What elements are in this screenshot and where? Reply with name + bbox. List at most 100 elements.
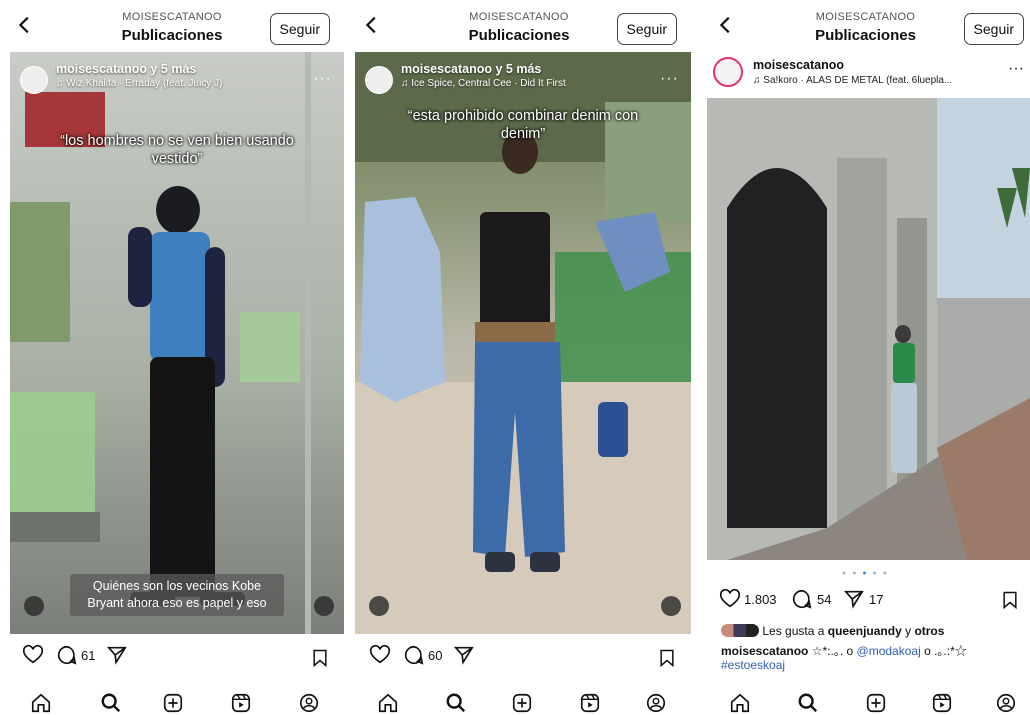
liker-avatars	[721, 624, 759, 637]
avatar[interactable]	[713, 57, 743, 87]
caption-text: ☆*:.｡. o	[811, 644, 854, 658]
post-actions: 1.803 54 17	[719, 588, 1020, 614]
plus-square-icon[interactable]	[865, 692, 887, 714]
carousel-dots: ● ● ● ● ●	[842, 570, 889, 577]
home-icon[interactable]	[377, 692, 399, 714]
reel-panel-2: MOISESCATANOO Publicaciones Seguir moise…	[347, 0, 691, 715]
street-scene-image	[707, 98, 1030, 560]
reel-overlay-text: “esta prohibido combinar denim con denim…	[407, 108, 639, 142]
follow-button[interactable]: Seguir	[616, 13, 677, 45]
caption-username[interactable]: moisescatanoo	[721, 644, 808, 658]
reel-music[interactable]: ♫ Ice Spice, Central Cee · Did It First	[401, 78, 566, 89]
comment-button[interactable]: 60	[403, 644, 442, 666]
like-button[interactable]: 1.803	[719, 588, 777, 610]
follow-button[interactable]: Seguir	[269, 13, 330, 45]
send-icon	[106, 646, 127, 665]
muted-speaker-icon[interactable]	[661, 596, 681, 616]
reels-icon[interactable]	[579, 692, 601, 714]
comment-count: 60	[428, 647, 443, 663]
comment-icon	[57, 645, 77, 665]
bookmark-icon[interactable]	[657, 648, 677, 668]
more-dots-icon[interactable]: ···	[313, 70, 332, 88]
bottom-nav	[0, 688, 344, 715]
liked-by-others[interactable]: otros	[914, 624, 944, 638]
liked-by-and: y	[905, 624, 912, 638]
reels-icon[interactable]	[230, 692, 252, 714]
follow-button[interactable]: Seguir	[963, 13, 1024, 45]
liked-by-prefix: Les gusta a	[762, 624, 825, 638]
bottom-nav	[701, 688, 1030, 715]
like-button[interactable]	[22, 644, 44, 666]
header: MOISESCATANOO Publicaciones Seguir	[347, 0, 691, 50]
share-count: 17	[869, 591, 884, 607]
muted-speaker-icon[interactable]	[314, 596, 334, 616]
comment-icon	[404, 645, 424, 665]
header: MOISESCATANOO Publicaciones Seguir	[0, 0, 344, 50]
bookmark-icon[interactable]	[1000, 590, 1020, 610]
share-button[interactable]: 17	[843, 588, 883, 610]
profile-icon[interactable]	[298, 692, 320, 714]
liked-by[interactable]: Les gusta a queenjuandy y otros	[721, 624, 944, 638]
comment-count: 54	[817, 591, 832, 607]
search-icon[interactable]	[100, 692, 122, 714]
plus-square-icon[interactable]	[511, 692, 533, 714]
caption-mention[interactable]: @modakoaj	[857, 644, 921, 658]
reel-subtitle: Quiénes son los vecinos Kobe Bryant ahor…	[70, 574, 284, 616]
heart-icon	[22, 644, 44, 664]
share-button[interactable]	[453, 644, 475, 666]
avatar[interactable]	[365, 66, 393, 94]
caption-tail: o .｡.:*☆	[924, 644, 967, 658]
home-icon[interactable]	[729, 692, 751, 714]
reel-owner-name[interactable]: moisescatanoo y 5 más	[401, 62, 566, 76]
profile-icon[interactable]	[995, 692, 1017, 714]
reel-owner[interactable]: moisescatanoo y 5 más ♫ Wiz Khalifa · Er…	[20, 62, 222, 94]
reels-icon[interactable]	[931, 692, 953, 714]
more-dots-icon[interactable]: ···	[1008, 60, 1024, 78]
send-icon	[453, 646, 474, 665]
more-dots-icon[interactable]: ···	[660, 70, 679, 88]
person-icon[interactable]	[369, 596, 389, 616]
reel-actions: 61	[0, 644, 344, 676]
plus-square-icon[interactable]	[162, 692, 184, 714]
person-icon[interactable]	[24, 596, 44, 616]
bottom-nav	[347, 688, 691, 715]
comment-button[interactable]: 61	[56, 644, 95, 666]
music-note-icon: ♫	[401, 78, 412, 89]
post-header: moisescatanoo ♫ Sa!koro · ALAS DE METAL …	[711, 52, 1030, 96]
post-panel: MOISESCATANOO Publicaciones Seguir moise…	[701, 0, 1030, 715]
post-photo[interactable]	[707, 98, 1030, 560]
music-title: Wiz Khalifa · Erraday (feat. Juicy J)	[66, 78, 223, 89]
reel-overlay-text: “los hombres no se ven bien usando vesti…	[60, 133, 294, 167]
heart-icon	[369, 644, 391, 664]
music-note-icon: ♫	[56, 78, 67, 89]
avatar[interactable]	[20, 66, 48, 94]
reel-video[interactable]: moisescatanoo y 5 más ♫ Ice Spice, Centr…	[355, 52, 691, 634]
post-caption: moisescatanoo ☆*:.｡. o @modakoaj o .｡.:*…	[721, 642, 967, 659]
music-title: Ice Spice, Central Cee · Did It First	[411, 78, 566, 89]
header: MOISESCATANOO Publicaciones Seguir	[701, 0, 1030, 50]
comment-icon	[792, 589, 812, 609]
reel-music[interactable]: ♫ Wiz Khalifa · Erraday (feat. Juicy J)	[56, 78, 222, 89]
reel-panel-1: MOISESCATANOO Publicaciones Seguir moise…	[0, 0, 344, 715]
reel-owner-name[interactable]: moisescatanoo y 5 más	[56, 62, 222, 76]
search-icon[interactable]	[445, 692, 467, 714]
like-count: 1.803	[744, 591, 777, 607]
like-button[interactable]	[369, 644, 391, 666]
post-music[interactable]: ♫ Sa!koro · ALAS DE METAL (feat. 6luepla…	[753, 75, 952, 86]
music-note-icon: ♫	[753, 75, 764, 86]
profile-icon[interactable]	[645, 692, 667, 714]
bookmark-icon[interactable]	[310, 648, 330, 668]
home-icon[interactable]	[30, 692, 52, 714]
reel-video[interactable]: moisescatanoo y 5 más ♫ Wiz Khalifa · Er…	[10, 52, 344, 634]
comment-count: 61	[81, 647, 96, 663]
search-icon[interactable]	[797, 692, 819, 714]
share-button[interactable]	[106, 644, 128, 666]
post-username[interactable]: moisescatanoo	[753, 58, 844, 72]
liked-by-user[interactable]: queenjuandy	[828, 624, 902, 638]
heart-icon	[719, 588, 741, 608]
reel-owner[interactable]: moisescatanoo y 5 más ♫ Ice Spice, Centr…	[365, 62, 566, 94]
caption-hashtag[interactable]: #estoeskoaj	[721, 658, 785, 672]
music-title: Sa!koro · ALAS DE METAL (feat. 6luepla..…	[763, 75, 953, 86]
reel-actions: 60	[347, 644, 691, 676]
comment-button[interactable]: 54	[791, 588, 831, 610]
